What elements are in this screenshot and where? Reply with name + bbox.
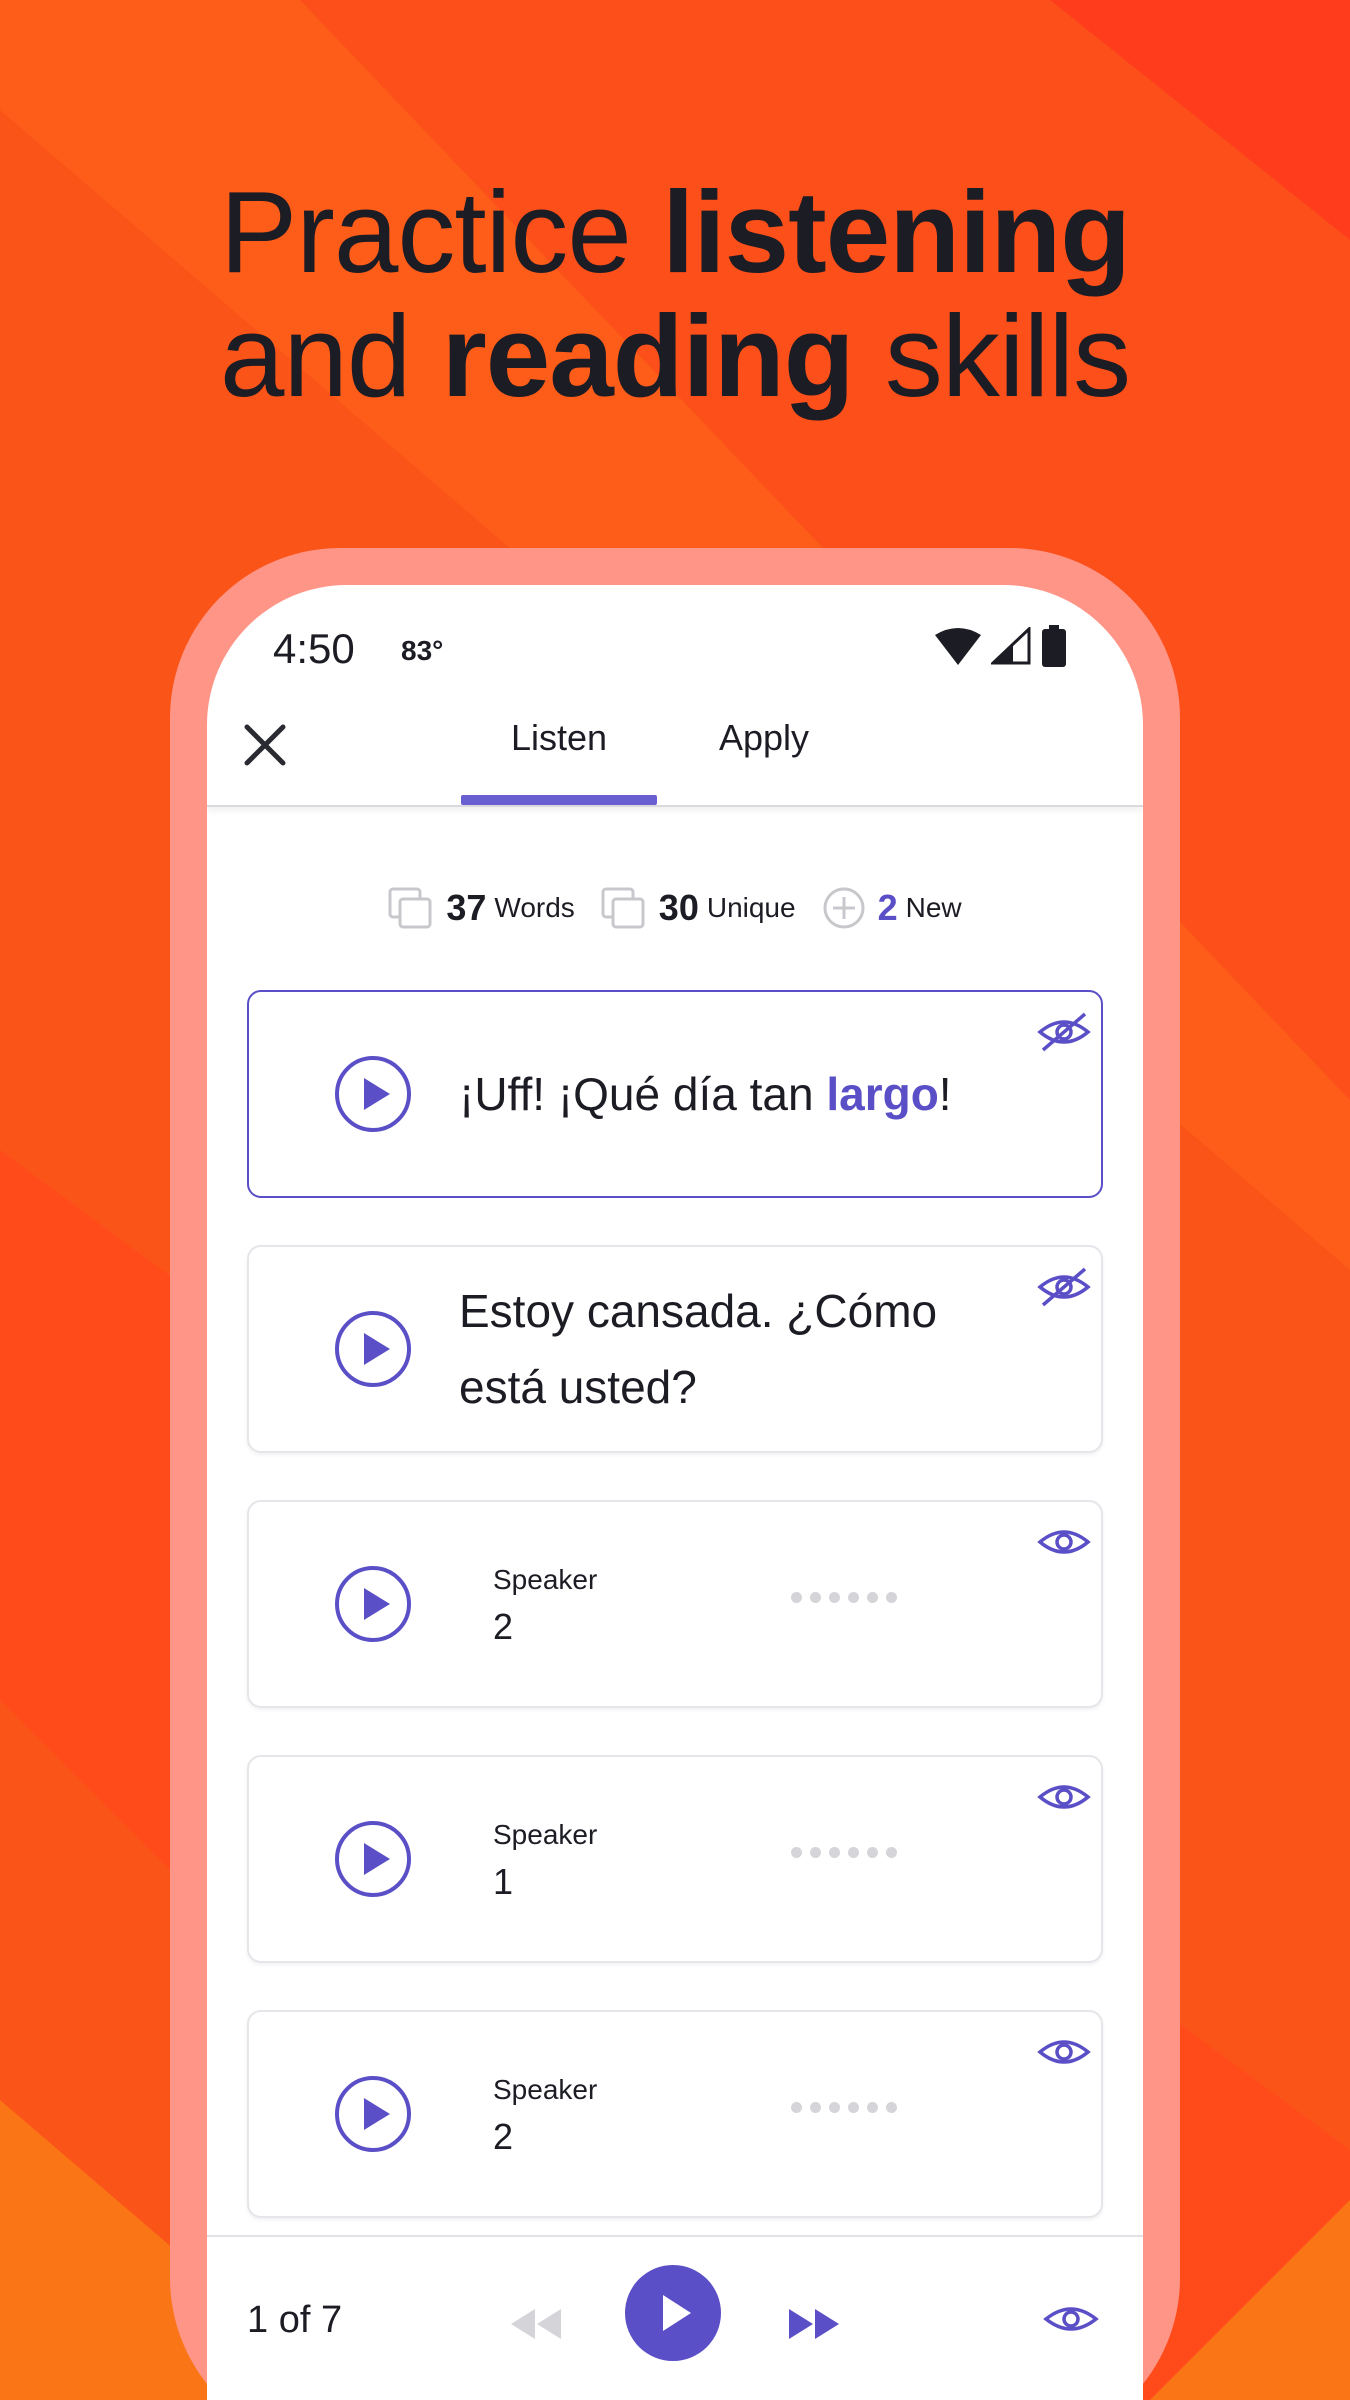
speaker-number: 2: [493, 1606, 514, 1647]
new-count: 2: [877, 887, 898, 928]
tab-bar: Listen Apply: [207, 695, 1143, 807]
play-icon[interactable]: [333, 1054, 413, 1134]
sentence-counter: 1 of 7: [247, 2299, 343, 2341]
active-tab-indicator: [461, 795, 657, 805]
sentence-text: Estoy cansada. ¿Cómo está usted?: [459, 1273, 937, 1425]
rewind-icon[interactable]: [507, 2307, 563, 2341]
speaker-label: Speaker: [493, 1819, 598, 1850]
stats-row: 37 Words 30 Unique 2 New: [207, 883, 1143, 933]
sentence-text: ¡Uff! ¡Qué día tan largo!: [459, 1056, 952, 1132]
close-icon[interactable]: [235, 715, 295, 775]
eye-icon[interactable]: [1037, 1520, 1091, 1564]
sentence-text-part: !: [938, 1068, 952, 1120]
play-all-button[interactable]: [625, 2265, 721, 2361]
eye-icon[interactable]: [1037, 1775, 1091, 1819]
player-bar: 1 of 7: [207, 2235, 1143, 2400]
speaker-label: Speaker: [493, 2074, 598, 2105]
status-temperature: 83°: [401, 635, 444, 666]
play-icon[interactable]: [333, 1564, 413, 1644]
play-icon: [663, 2295, 691, 2331]
words-label: Words: [494, 892, 575, 923]
wifi-icon: [935, 628, 981, 665]
play-icon[interactable]: [333, 1819, 413, 1899]
status-time: 4:50: [273, 625, 355, 672]
eye-slash-icon[interactable]: [1037, 1010, 1091, 1054]
sentence-card[interactable]: Estoy cansada. ¿Cómo está usted?: [247, 1245, 1103, 1453]
add-circle-icon: [823, 887, 865, 929]
tab-apply[interactable]: Apply: [687, 717, 841, 807]
speaker-number: 2: [493, 2116, 514, 2157]
stat-new: 2 New: [822, 886, 962, 930]
battery-icon: [1042, 625, 1066, 667]
eye-icon[interactable]: [1037, 2030, 1091, 2074]
play-icon[interactable]: [333, 1309, 413, 1389]
eye-icon[interactable]: [1043, 2297, 1099, 2341]
speaker-card[interactable]: Speaker 1: [247, 1755, 1103, 1963]
headline-line2-plain-a: and: [219, 291, 442, 421]
unique-label: Unique: [706, 892, 796, 923]
cards-icon: [388, 887, 432, 929]
sentence-card[interactable]: ¡Uff! ¡Qué día tan largo!: [247, 990, 1103, 1198]
new-label: New: [905, 892, 962, 923]
headline-line1-plain: Practice: [219, 167, 663, 297]
status-icons: [935, 625, 1067, 667]
words-count: 37: [446, 887, 487, 928]
stat-words: 37 Words: [388, 887, 575, 929]
stat-unique: 30 Unique: [601, 887, 796, 929]
play-icon[interactable]: [333, 2074, 413, 2154]
headline: Practice listening and reading skills: [0, 170, 1350, 418]
headline-line2-plain-b: skills: [853, 291, 1131, 421]
sentence-line-2: está usted?: [459, 1361, 697, 1413]
speaker-number: 1: [493, 1861, 514, 1902]
speaker-label: Speaker: [493, 1564, 598, 1595]
hidden-text-dots: [791, 1592, 897, 1603]
status-bar: 4:50 83°: [207, 585, 1143, 695]
signal-icon: [991, 627, 1031, 665]
fast-forward-icon[interactable]: [787, 2307, 843, 2341]
sentence-line-1: Estoy cansada. ¿Cómo: [459, 1285, 938, 1337]
headline-line2-bold: reading: [441, 291, 855, 421]
speaker-card[interactable]: Speaker 2: [247, 2010, 1103, 2218]
hidden-text-dots: [791, 2102, 897, 2113]
phone-screen: 4:50 83° Listen Apply 37 Words 30 Unique: [207, 585, 1143, 2400]
tab-listen[interactable]: Listen: [461, 717, 657, 807]
eye-slash-icon[interactable]: [1037, 1265, 1091, 1309]
hidden-text-dots: [791, 1847, 897, 1858]
speaker-card[interactable]: Speaker 2: [247, 1500, 1103, 1708]
headline-line1-bold: listening: [662, 167, 1131, 297]
cards-icon: [601, 887, 645, 929]
unique-count: 30: [658, 887, 699, 928]
highlighted-word[interactable]: largo: [826, 1068, 938, 1120]
sentence-text-part: ¡Uff! ¡Qué día tan: [459, 1068, 827, 1120]
